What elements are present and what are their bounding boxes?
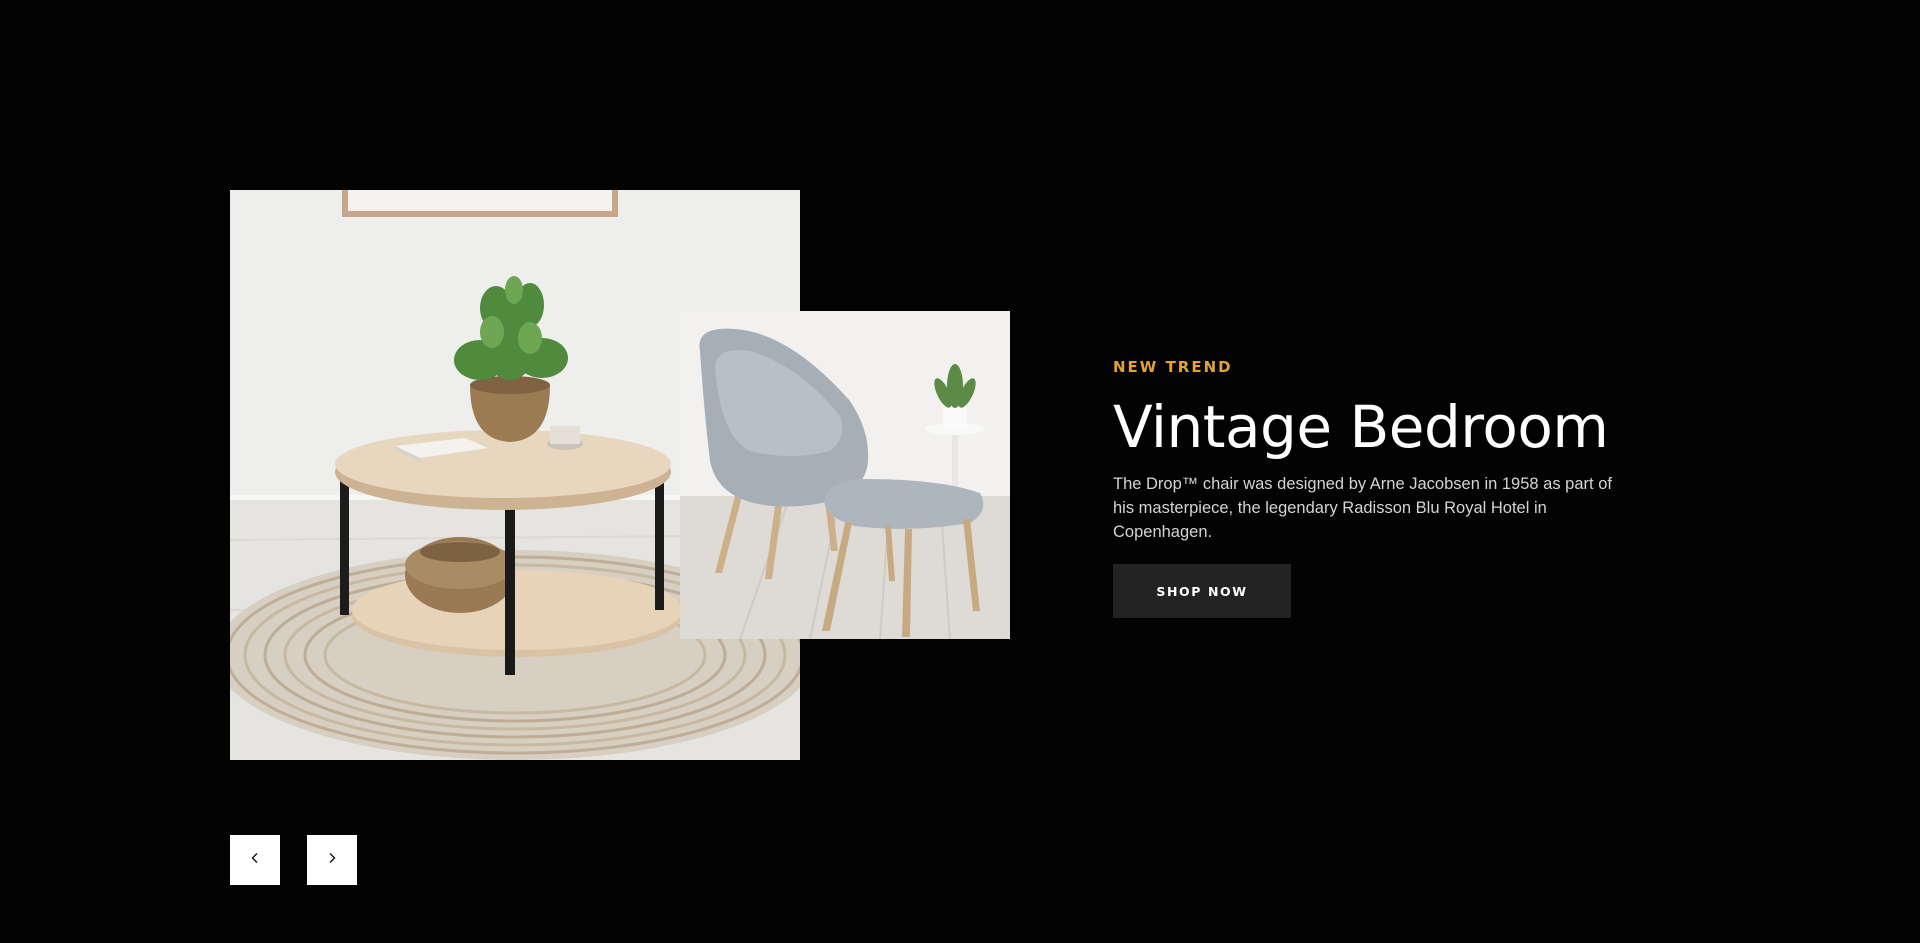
- slide-description: The Drop™ chair was designed by Arne Jac…: [1113, 475, 1612, 541]
- slide-eyebrow: NEW TREND: [1113, 358, 1233, 376]
- slide-title: Vintage Bedroom: [1113, 393, 1609, 461]
- hero-slider: NEW TREND Vintage Bedroom The Drop™ chai…: [0, 0, 1920, 943]
- slider-prev-button[interactable]: [230, 835, 280, 885]
- slide-content: NEW TREND Vintage Bedroom The Drop™ chai…: [1113, 356, 1633, 618]
- shop-now-button[interactable]: SHOP NOW: [1113, 564, 1291, 618]
- chevron-right-icon: [326, 851, 338, 869]
- slider-next-button[interactable]: [307, 835, 357, 885]
- chevron-left-icon: [249, 851, 261, 869]
- product-image-lounge-chair: [680, 311, 1010, 639]
